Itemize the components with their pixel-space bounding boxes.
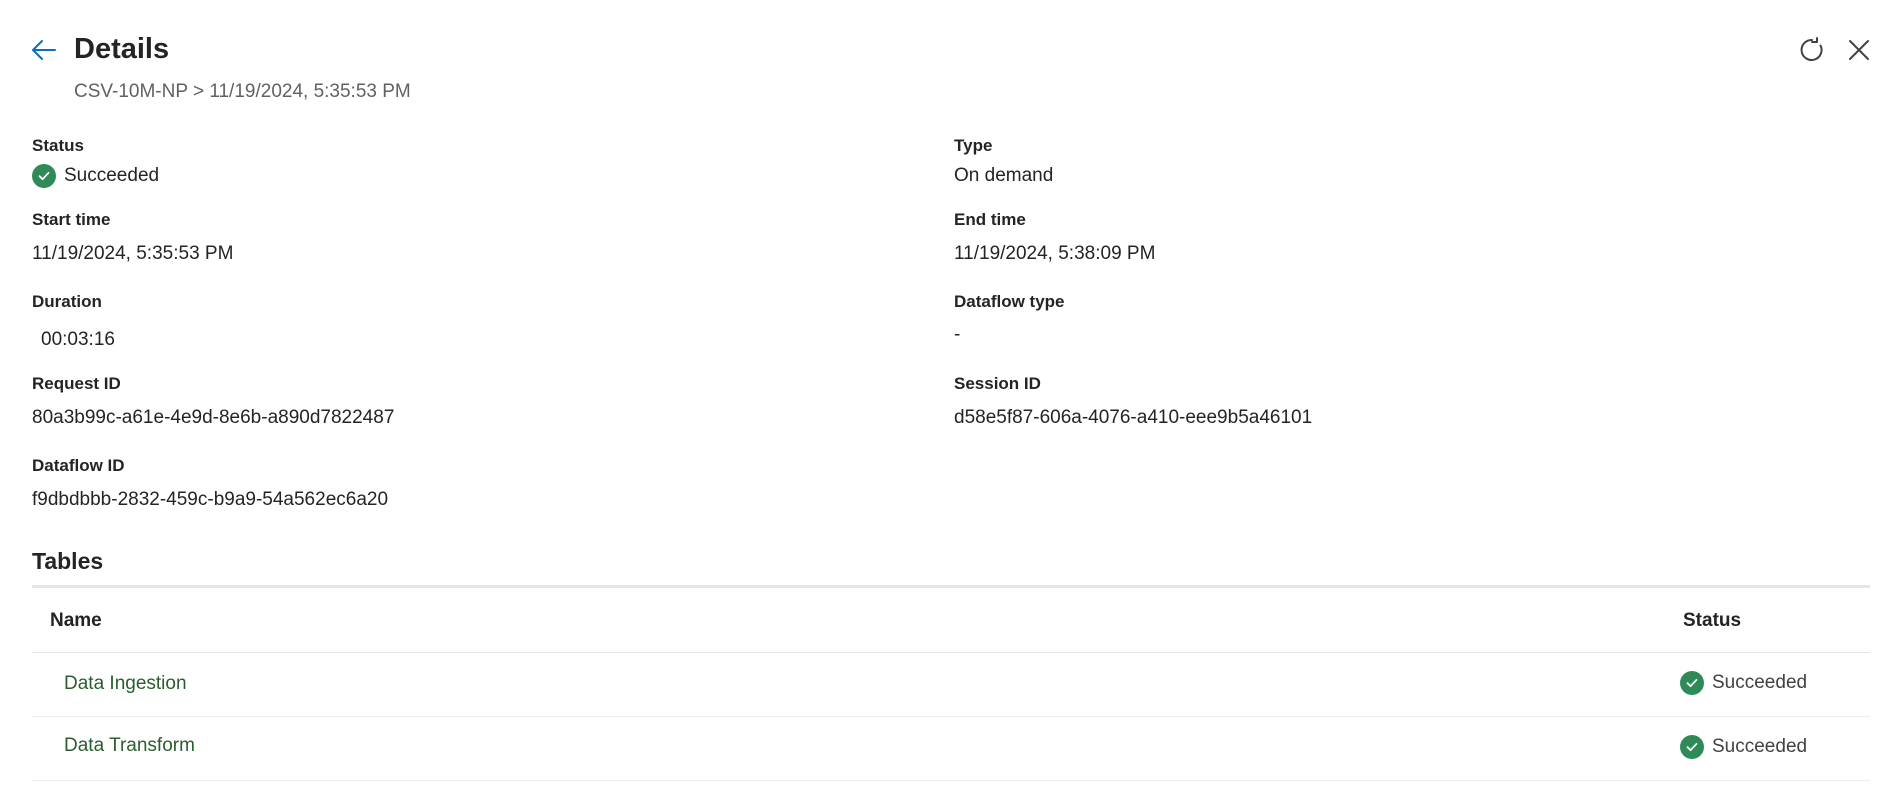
breadcrumb: CSV-10M-NP > 11/19/2024, 5:35:53 PM bbox=[74, 81, 411, 102]
refresh-button[interactable] bbox=[1796, 34, 1828, 66]
column-header-status[interactable]: Status bbox=[1683, 609, 1741, 633]
request-id-value: 80a3b99c-a61e-4e9d-8e6b-a890d7822487 bbox=[32, 407, 395, 428]
table-status: Succeeded bbox=[1680, 735, 1807, 759]
end-time-value: 11/19/2024, 5:38:09 PM bbox=[954, 243, 1156, 264]
end-time-label: End time bbox=[954, 210, 1026, 229]
table-status: Succeeded bbox=[1680, 671, 1807, 695]
status-text: Succeeded bbox=[64, 165, 160, 186]
duration-label: Duration bbox=[32, 292, 102, 311]
table-name-link[interactable]: Data Transform bbox=[64, 734, 195, 758]
success-check-icon bbox=[1680, 735, 1704, 759]
dataflow-type-value: - bbox=[954, 324, 961, 345]
status-label: Status bbox=[32, 136, 84, 155]
refresh-icon bbox=[1800, 37, 1823, 61]
success-check-icon bbox=[32, 164, 56, 188]
back-button[interactable] bbox=[28, 34, 60, 66]
type-label: Type bbox=[954, 136, 993, 155]
column-header-name[interactable]: Name bbox=[50, 609, 102, 633]
start-time-label: Start time bbox=[32, 210, 111, 229]
table-status-text: Succeeded bbox=[1712, 672, 1808, 693]
table-row[interactable]: Data Transform Succeeded bbox=[32, 717, 1870, 781]
close-icon bbox=[1849, 40, 1869, 60]
dataflow-id-value: f9dbdbbb-2832-459c-b9a9-54a562ec6a20 bbox=[32, 489, 389, 510]
dataflow-type-label: Dataflow type bbox=[954, 292, 1065, 311]
close-button[interactable] bbox=[1843, 34, 1875, 66]
status-value: Succeeded bbox=[32, 164, 159, 188]
start-time-value: 11/19/2024, 5:35:53 PM bbox=[32, 243, 234, 264]
arrow-left-icon bbox=[32, 40, 56, 60]
session-id-label: Session ID bbox=[954, 374, 1041, 393]
session-id-value: d58e5f87-606a-4076-a410-eee9b5a46101 bbox=[954, 407, 1313, 428]
page-title: Details bbox=[74, 33, 170, 65]
table-name-link[interactable]: Data Ingestion bbox=[64, 672, 187, 696]
type-value: On demand bbox=[954, 165, 1054, 186]
table-header-row: Name Status bbox=[32, 588, 1870, 653]
tables-section-title: Tables bbox=[32, 548, 104, 574]
request-id-label: Request ID bbox=[32, 374, 121, 393]
table-status-text: Succeeded bbox=[1712, 736, 1808, 757]
tables-grid: Name Status Data Ingestion Succeeded Dat… bbox=[32, 585, 1870, 781]
table-row[interactable]: Data Ingestion Succeeded bbox=[32, 653, 1870, 717]
success-check-icon bbox=[1680, 671, 1704, 695]
dataflow-id-label: Dataflow ID bbox=[32, 456, 125, 475]
duration-value: 00:03:16 bbox=[41, 329, 115, 350]
